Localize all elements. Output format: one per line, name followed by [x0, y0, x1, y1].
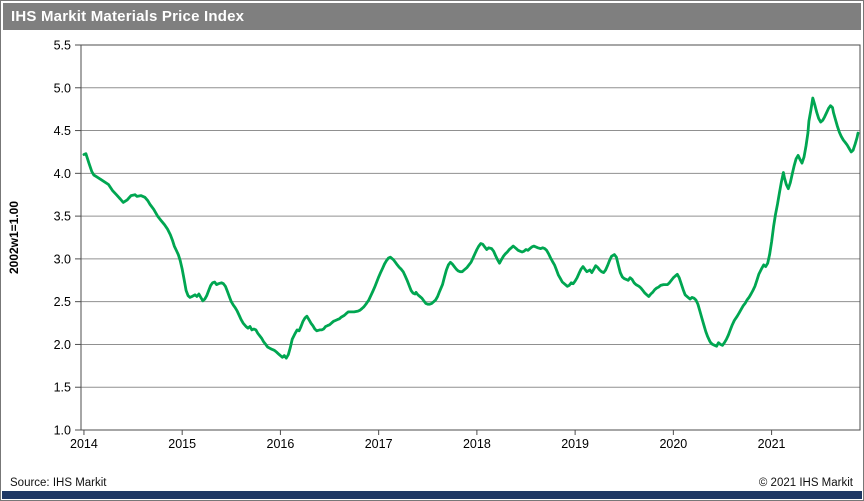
- y-axis-title: 2002w1=1.00: [7, 201, 21, 274]
- y-tick-label: 4.5: [54, 124, 71, 138]
- x-tick-label: 2021: [758, 437, 786, 451]
- y-tick-label: 5.0: [54, 81, 71, 95]
- materials-price-index-chart: 1.0 1.5 2.0 2.5 3.0 3.5 4.0 4.5 5.0 5.5 2014 2015 20…: [1, 1, 864, 501]
- x-tick-label: 2015: [168, 437, 196, 451]
- x-tick-label: 2017: [365, 437, 393, 451]
- source-label: Source: IHS Markit: [10, 477, 107, 489]
- footer-accent-bar: [2, 491, 862, 499]
- y-tick-label: 3.5: [54, 210, 71, 224]
- y-tick-label: 4.0: [54, 167, 71, 181]
- x-tick-label: 2014: [70, 437, 98, 451]
- y-tick-label: 1.0: [54, 424, 71, 438]
- y-tick-label: 5.5: [54, 39, 71, 53]
- y-tick-label: 1.5: [54, 381, 71, 395]
- x-tick-label: 2016: [267, 437, 295, 451]
- y-tick-label: 3.0: [54, 252, 71, 266]
- x-tick-label: 2018: [463, 437, 491, 451]
- chart-canvas: 1.0 1.5 2.0 2.5 3.0 3.5 4.0 4.5 5.0 5.5 2014 2015 20…: [1, 1, 864, 501]
- price-index-line: [84, 98, 858, 358]
- copyright-label: © 2021 IHS Markit: [759, 477, 853, 489]
- y-tick-label: 2.5: [54, 295, 71, 309]
- plot-border: [81, 45, 860, 430]
- x-tick-label: 2020: [659, 437, 687, 451]
- y-tick-label: 2.0: [54, 338, 71, 352]
- x-tick-label: 2019: [561, 437, 589, 451]
- chart-page: IHS Markit Materials Price Index 1.01.52…: [0, 0, 864, 501]
